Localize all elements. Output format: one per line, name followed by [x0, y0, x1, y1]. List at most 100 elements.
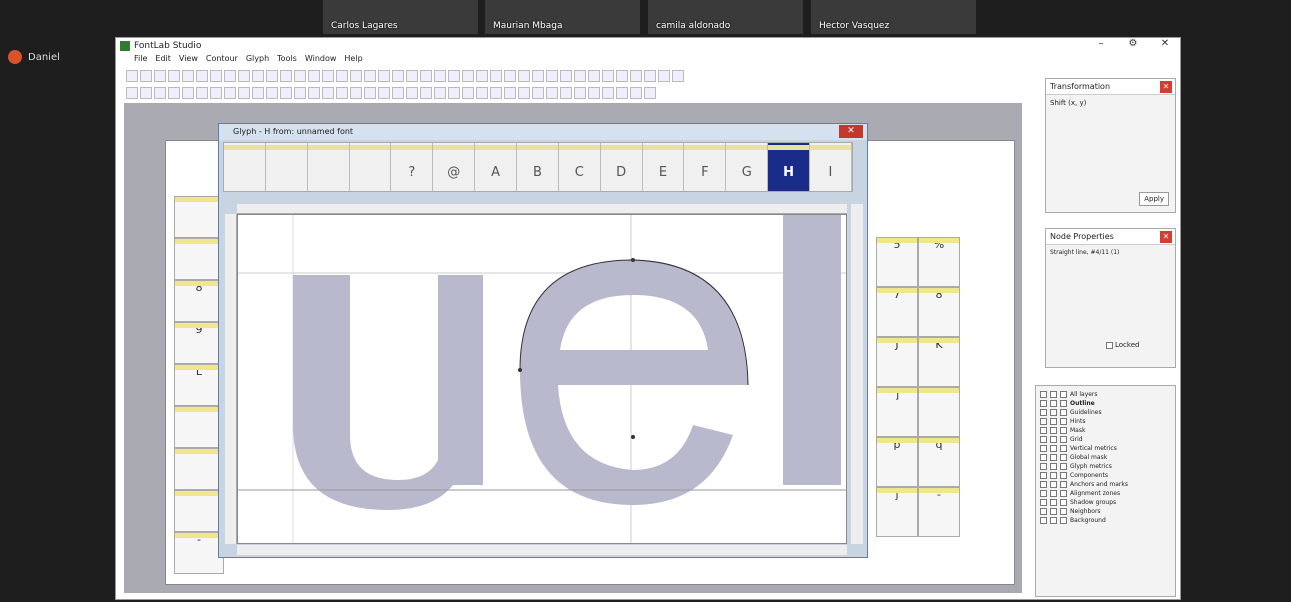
glyph-strip-cell[interactable]: G: [726, 143, 769, 191]
tool-icon[interactable]: [238, 87, 250, 99]
tool-icon[interactable]: [252, 87, 264, 99]
tool-icon[interactable]: [448, 70, 460, 82]
tool-icon[interactable]: [364, 70, 376, 82]
tool-icon[interactable]: [420, 70, 432, 82]
layer-item[interactable]: Grid: [1040, 435, 1171, 444]
tool-icon[interactable]: [210, 70, 222, 82]
tool-icon[interactable]: [182, 87, 194, 99]
font-cell[interactable]: -: [174, 532, 224, 574]
font-cell[interactable]: `: [918, 387, 960, 437]
font-cell[interactable]: 8: [918, 287, 960, 337]
menu-glyph[interactable]: Glyph: [246, 54, 269, 66]
layer-item[interactable]: Shadow groups: [1040, 498, 1171, 507]
tool-icon[interactable]: [602, 70, 614, 82]
tool-icon[interactable]: [308, 87, 320, 99]
tool-icon[interactable]: [168, 70, 180, 82]
tool-icon[interactable]: [532, 70, 544, 82]
glyph-strip-cell-selected[interactable]: H: [768, 143, 811, 191]
tool-icon[interactable]: [504, 70, 516, 82]
tool-icon[interactable]: [196, 87, 208, 99]
glyph-strip-cell[interactable]: A: [475, 143, 518, 191]
tool-icon[interactable]: [672, 70, 684, 82]
tool-icon[interactable]: [182, 70, 194, 82]
menu-tools[interactable]: Tools: [277, 54, 297, 66]
close-icon[interactable]: ✕: [1160, 81, 1172, 93]
tool-icon[interactable]: [630, 87, 642, 99]
glyph-strip-cell[interactable]: F: [684, 143, 727, 191]
tool-icon[interactable]: [644, 87, 656, 99]
tool-icon[interactable]: [434, 87, 446, 99]
glyph-strip-cell[interactable]: [307, 143, 350, 191]
tool-icon[interactable]: [532, 87, 544, 99]
font-cell[interactable]: J: [876, 337, 918, 387]
tool-icon[interactable]: [518, 87, 530, 99]
tool-icon[interactable]: [392, 70, 404, 82]
layer-item[interactable]: Glyph metrics: [1040, 462, 1171, 471]
locked-checkbox[interactable]: Locked: [1106, 341, 1139, 349]
menu-contour[interactable]: Contour: [206, 54, 238, 66]
tool-icon[interactable]: [560, 87, 572, 99]
tool-icon[interactable]: [168, 87, 180, 99]
tool-icon[interactable]: [280, 87, 292, 99]
tool-icon[interactable]: [154, 70, 166, 82]
tool-icon[interactable]: [406, 70, 418, 82]
font-cell[interactable]: 9: [174, 322, 224, 364]
tool-icon[interactable]: [210, 87, 222, 99]
layer-item[interactable]: All layers: [1040, 390, 1171, 399]
tool-icon[interactable]: [434, 70, 446, 82]
font-cell[interactable]: [174, 406, 224, 448]
tool-icon[interactable]: [616, 87, 628, 99]
layer-item[interactable]: Vertical metrics: [1040, 444, 1171, 453]
font-cell[interactable]: 8: [174, 280, 224, 322]
tool-icon[interactable]: [308, 70, 320, 82]
tool-icon[interactable]: [602, 87, 614, 99]
tool-icon[interactable]: [322, 87, 334, 99]
font-cell[interactable]: ]: [876, 387, 918, 437]
font-cell[interactable]: [174, 448, 224, 490]
font-cell[interactable]: j: [876, 487, 918, 537]
glyph-strip-cell[interactable]: E: [642, 143, 685, 191]
close-icon[interactable]: ✕: [1150, 38, 1180, 54]
tool-icon[interactable]: [154, 87, 166, 99]
vertical-scrollbar[interactable]: [851, 204, 863, 544]
tool-icon[interactable]: [350, 87, 362, 99]
tool-icon[interactable]: [266, 70, 278, 82]
tool-icon[interactable]: [616, 70, 628, 82]
tool-icon[interactable]: [574, 70, 586, 82]
glyph-strip-cell[interactable]: D: [600, 143, 643, 191]
font-cell[interactable]: [174, 238, 224, 280]
glyph-strip-cell[interactable]: [349, 143, 392, 191]
font-cell[interactable]: p: [876, 437, 918, 487]
tool-icon[interactable]: [504, 87, 516, 99]
glyph-strip-cell[interactable]: I: [810, 143, 852, 191]
tool-icon[interactable]: [462, 70, 474, 82]
font-cell[interactable]: 5: [876, 237, 918, 287]
minimize-icon[interactable]: –: [1086, 38, 1116, 54]
layer-item[interactable]: Global mask: [1040, 453, 1171, 462]
tool-icon[interactable]: [574, 87, 586, 99]
tool-icon[interactable]: [476, 70, 488, 82]
close-icon[interactable]: ✕: [1160, 231, 1172, 243]
tool-icon[interactable]: [644, 70, 656, 82]
tool-icon[interactable]: [140, 87, 152, 99]
menu-window[interactable]: Window: [305, 54, 337, 66]
apply-button[interactable]: Apply: [1139, 192, 1169, 206]
glyph-strip-cell[interactable]: @: [433, 143, 476, 191]
tool-icon[interactable]: [448, 87, 460, 99]
font-cell[interactable]: [174, 196, 224, 238]
tool-icon[interactable]: [126, 87, 138, 99]
font-cell[interactable]: L: [174, 364, 224, 406]
font-cell[interactable]: %: [918, 237, 960, 287]
tool-icon[interactable]: [238, 70, 250, 82]
tool-icon[interactable]: [420, 87, 432, 99]
tool-icon[interactable]: [490, 87, 502, 99]
menu-file[interactable]: File: [134, 54, 147, 66]
font-cell[interactable]: 7: [876, 287, 918, 337]
glyph-strip-cell[interactable]: C: [558, 143, 601, 191]
tool-icon[interactable]: [126, 70, 138, 82]
tool-icon[interactable]: [364, 87, 376, 99]
menu-help[interactable]: Help: [344, 54, 362, 66]
tool-icon[interactable]: [588, 87, 600, 99]
tool-icon[interactable]: [476, 87, 488, 99]
tool-icon[interactable]: [336, 87, 348, 99]
